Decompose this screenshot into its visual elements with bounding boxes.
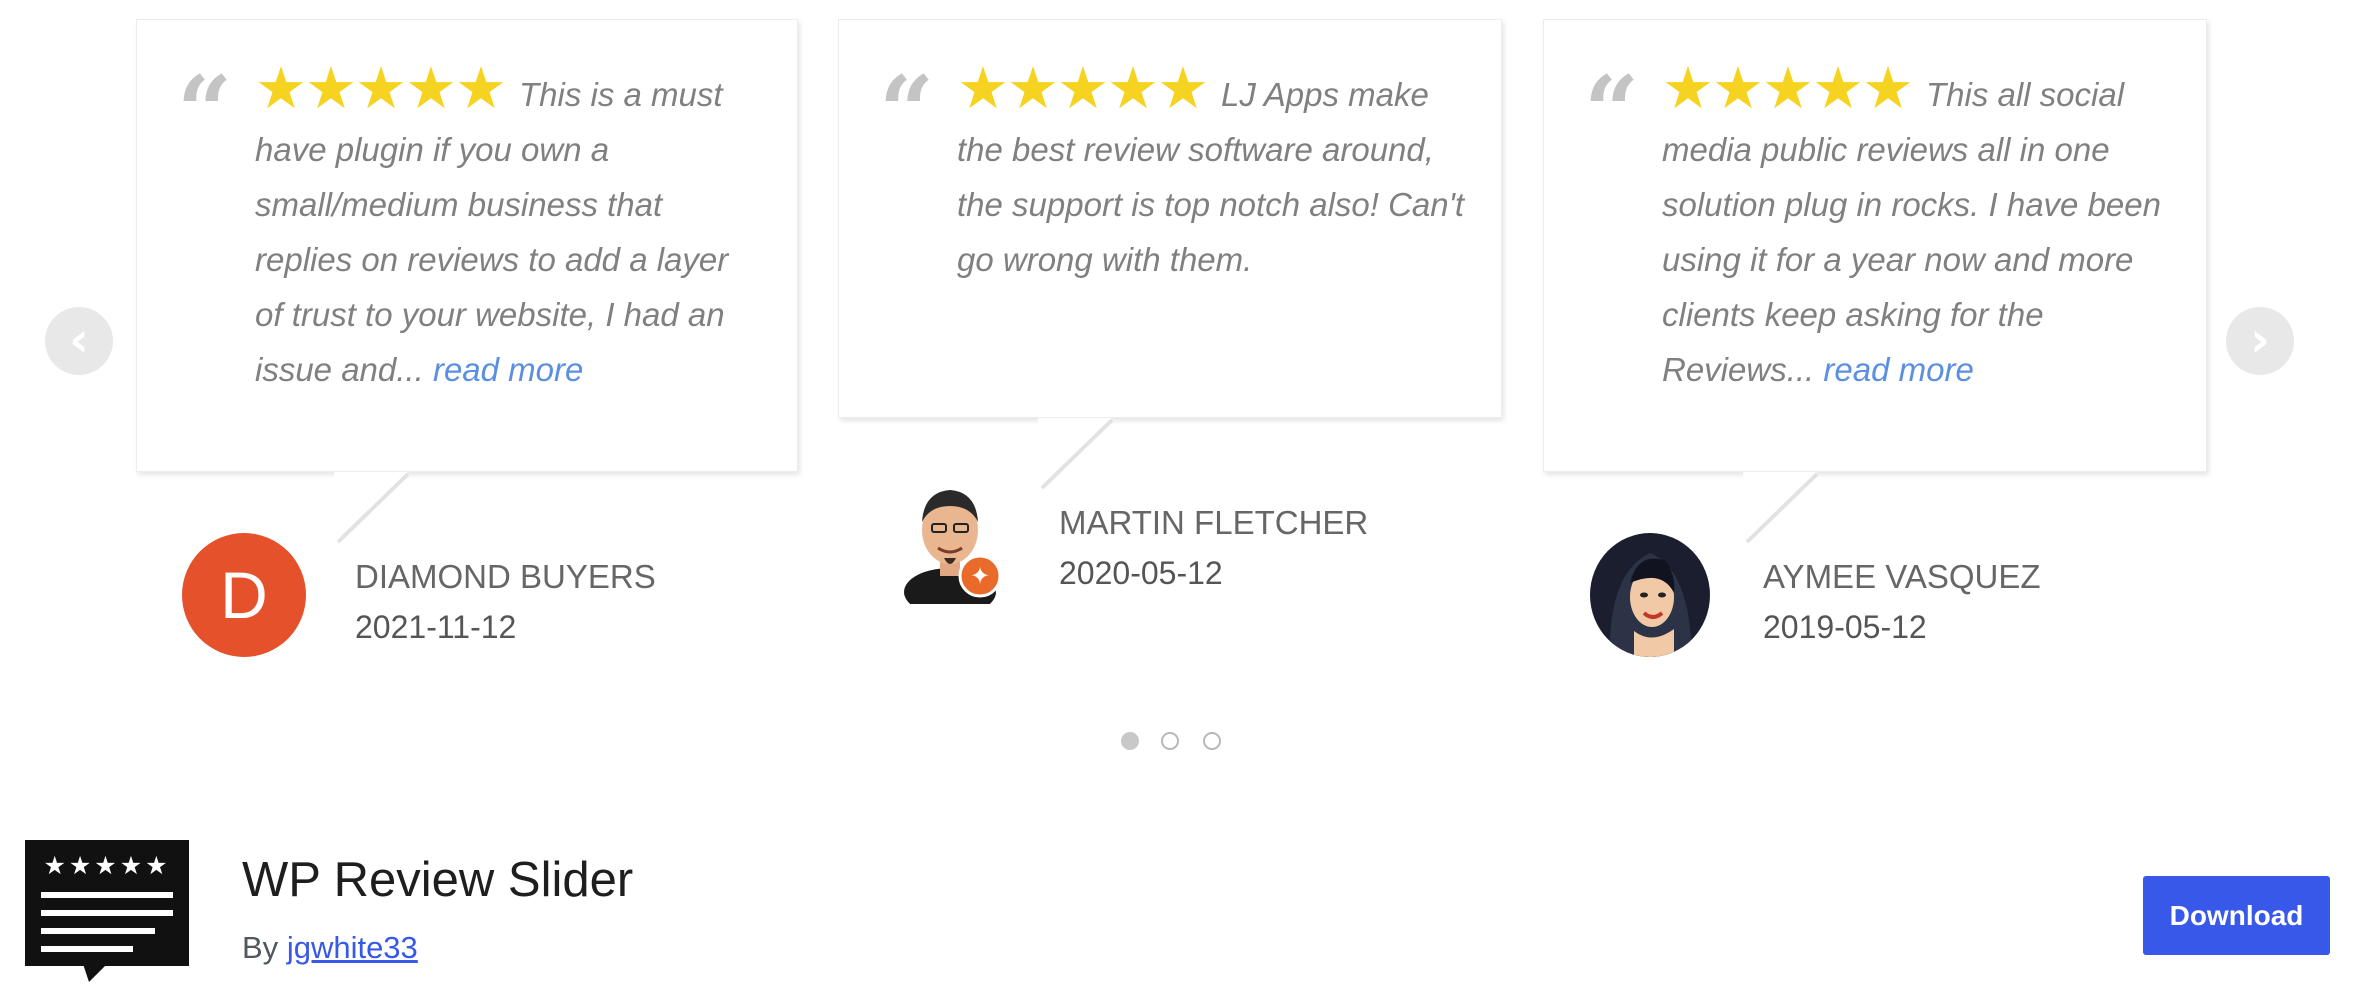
star-rating: ★★★★★	[957, 56, 1209, 121]
quote-icon: “	[177, 55, 233, 168]
review-body: This is a must have plugin if you own a …	[255, 76, 729, 388]
speech-tail	[1038, 418, 1114, 490]
by-label: By	[242, 930, 279, 965]
review-date: 2019-05-12	[1763, 609, 1927, 645]
plugin-icon-stars: ★★★★★	[43, 851, 170, 880]
review-date: 2021-11-12	[355, 609, 517, 645]
author-name: AYMEE VASQUEZ	[1763, 558, 2041, 595]
quote-icon: “	[1584, 55, 1640, 168]
star-rating: ★★★★★	[255, 56, 507, 121]
avatar: ✦	[896, 478, 1012, 604]
svg-text:✦: ✦	[970, 562, 990, 590]
review-date: 2020-05-12	[1059, 555, 1223, 591]
author-name: MARTIN FLETCHER	[1059, 504, 1369, 541]
review-text: ★★★★★ This is a must have plugin if you o…	[255, 60, 755, 397]
quote-icon: “	[879, 55, 935, 168]
review-slider: ‹ “ ★★★★★ This is a must have plugin if y…	[0, 0, 2356, 760]
author-link[interactable]: jgwhite33	[287, 930, 418, 965]
chevron-left-icon: ‹	[69, 312, 89, 368]
plugin-byline: By jgwhite33	[242, 930, 418, 966]
avatar	[1590, 533, 1710, 657]
avatar: D	[182, 533, 306, 657]
slider-next-button[interactable]: ›	[2226, 307, 2294, 375]
read-more-link[interactable]: read more	[433, 351, 583, 388]
speech-tail	[1743, 472, 1819, 544]
chevron-right-icon: ›	[2250, 312, 2270, 368]
slider-prev-button[interactable]: ‹	[45, 307, 113, 375]
pagination-dot-2[interactable]	[1161, 732, 1179, 750]
review-card: “ ★★★★★ LJ Apps make the best review soft…	[838, 19, 1502, 418]
review-card: “ ★★★★★ This is a must have plugin if you…	[136, 19, 798, 472]
pagination-dot-1[interactable]	[1121, 732, 1139, 750]
read-more-link[interactable]: read more	[1823, 351, 1973, 388]
author-name: DIAMOND BUYERS	[355, 558, 656, 595]
download-button[interactable]: Download	[2143, 876, 2330, 955]
speech-tail	[334, 472, 410, 544]
pagination-dot-3[interactable]	[1203, 732, 1221, 750]
review-text: ★★★★★ LJ Apps make the best review softwa…	[957, 60, 1477, 287]
plugin-title: WP Review Slider	[242, 853, 634, 907]
review-text: ★★★★★ This all social media public review…	[1662, 60, 2162, 397]
star-rating: ★★★★★	[1662, 56, 1914, 121]
plugin-icon: ★★★★★	[25, 840, 189, 982]
review-card: “ ★★★★★ This all social media public revi…	[1543, 19, 2207, 472]
review-body: This all social media public reviews all…	[1662, 76, 2161, 388]
